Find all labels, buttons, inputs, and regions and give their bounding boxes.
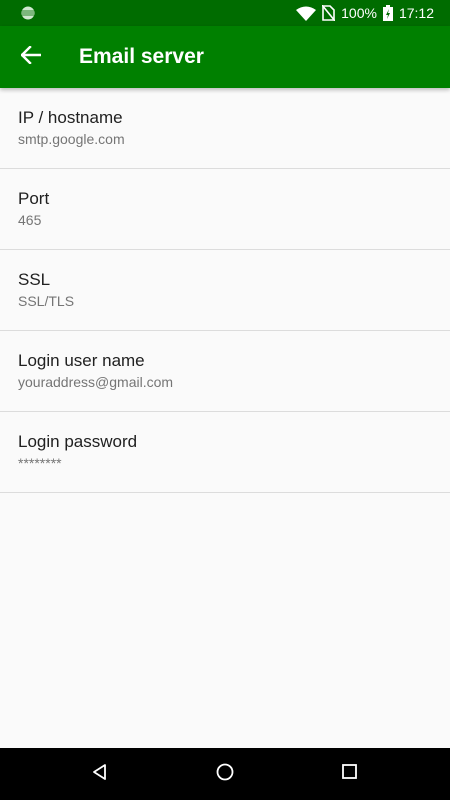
app-bar: Email server	[0, 26, 450, 88]
circle-home-icon	[216, 763, 234, 786]
setting-ssl[interactable]: SSL SSL/TLS	[0, 250, 450, 331]
battery-percent: 100%	[341, 5, 377, 21]
setting-title: Login password	[18, 432, 138, 451]
setting-login-user-name[interactable]: Login user name youraddress@gmail.com	[0, 331, 450, 412]
setting-title: SSL	[18, 270, 51, 289]
arrow-back-icon	[20, 44, 42, 69]
screen: 100% 17:12 Email server IP / hostname sm…	[0, 0, 450, 800]
clock: 17:12	[398, 5, 434, 21]
triangle-back-icon	[92, 763, 108, 785]
status-right-group: 100% 17:12	[296, 0, 434, 26]
nav-back-button[interactable]	[88, 762, 112, 786]
setting-value: 465	[18, 212, 42, 228]
page-title: Email server	[79, 45, 204, 68]
setting-title: Login user name	[18, 351, 145, 370]
system-nav-bar	[0, 748, 450, 800]
back-button[interactable]	[14, 41, 48, 73]
setting-value: youraddress@gmail.com	[18, 374, 174, 390]
settings-list: IP / hostname smtp.google.com Port 465 S…	[0, 88, 450, 493]
wifi-icon	[296, 6, 317, 21]
setting-value: ********	[18, 455, 62, 471]
setting-login-password[interactable]: Login password ********	[0, 412, 450, 493]
no-sim-icon	[322, 5, 336, 21]
battery-charging-icon	[382, 5, 393, 21]
nav-home-button[interactable]	[213, 762, 237, 786]
nav-recents-button[interactable]	[337, 762, 361, 786]
setting-title: Port	[18, 189, 50, 208]
app-notification-icon	[21, 6, 35, 20]
status-bar: 100% 17:12	[0, 0, 450, 26]
setting-value: SSL/TLS	[18, 293, 75, 309]
setting-hostname[interactable]: IP / hostname smtp.google.com	[0, 88, 450, 169]
setting-value: smtp.google.com	[18, 131, 125, 147]
square-recents-icon	[341, 764, 357, 784]
setting-port[interactable]: Port 465	[0, 169, 450, 250]
setting-title: IP / hostname	[18, 108, 123, 127]
